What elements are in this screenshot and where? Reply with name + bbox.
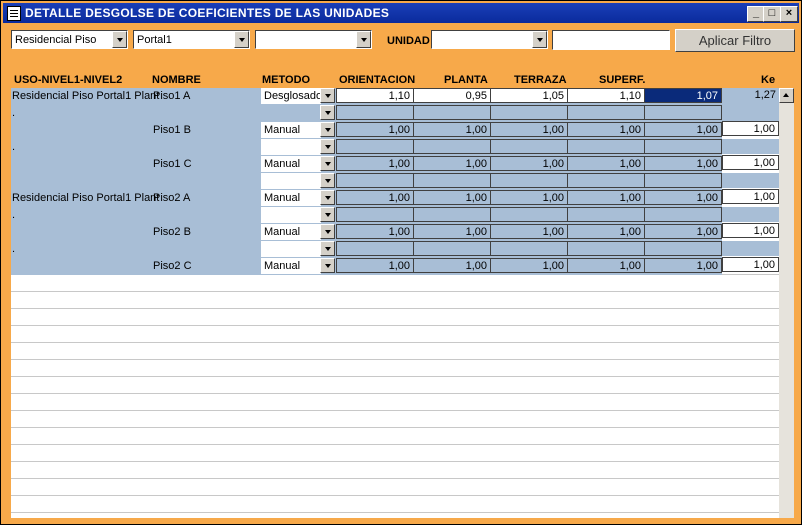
cell-ke[interactable]: 1,27 [722, 88, 779, 103]
cell-planta[interactable]: 1,00 [413, 258, 491, 273]
cell-extra[interactable]: 1,00 [644, 258, 722, 273]
chevron-down-icon[interactable] [320, 88, 335, 103]
row-uso[interactable]: . [12, 141, 15, 153]
cell-terraza[interactable]: 1,00 [490, 190, 568, 205]
coefficients-grid[interactable]: Residencial Piso Portal1 Plant Piso1 A D… [11, 88, 779, 518]
chevron-down-icon[interactable] [320, 241, 335, 256]
cell-extra-selected[interactable]: 1,07 [644, 88, 722, 103]
cell-orientacion[interactable]: 1,00 [336, 258, 414, 273]
cell-terraza[interactable]: 1,00 [490, 122, 568, 137]
chevron-down-icon[interactable] [320, 258, 335, 273]
chevron-down-icon[interactable] [320, 105, 335, 120]
row-metodo[interactable]: Manual [261, 258, 321, 274]
window-title: DETALLE DESGOLSE DE COEFICIENTES DE LAS … [25, 6, 390, 20]
header-metodo: METODO [262, 74, 311, 86]
row-metodo-empty[interactable] [261, 207, 321, 223]
cell-planta[interactable]: 1,00 [413, 224, 491, 239]
cell-orientacion[interactable]: 1,00 [336, 190, 414, 205]
nivel1-filter-select[interactable]: Portal1 [133, 30, 250, 49]
cell-ke[interactable]: 1,00 [722, 257, 779, 272]
row-nombre[interactable]: Piso1 C [153, 158, 192, 170]
chevron-down-icon[interactable] [356, 31, 371, 48]
maximize-button[interactable]: □ [763, 6, 781, 22]
header-uso: USO-NIVEL1-NIVEL2 [14, 74, 123, 86]
cell-ke[interactable]: 1,00 [722, 223, 779, 238]
chevron-down-icon[interactable] [320, 122, 335, 137]
chevron-down-icon[interactable] [320, 190, 335, 205]
app-window: DETALLE DESGOLSE DE COEFICIENTES DE LAS … [0, 0, 802, 525]
uso-filter-select[interactable]: Residencial Piso [11, 30, 128, 49]
unidad-label: UNIDAD [387, 35, 430, 47]
row-metodo[interactable]: Desglosado [261, 88, 321, 104]
cell-ke[interactable]: 1,00 [722, 189, 779, 204]
row-metodo[interactable]: Manual [261, 156, 321, 172]
chevron-down-icon[interactable] [112, 31, 127, 48]
uso-filter-value: Residencial Piso [15, 34, 97, 46]
chevron-down-icon[interactable] [320, 207, 335, 222]
row-metodo[interactable]: Manual [261, 190, 321, 206]
cell-extra[interactable]: 1,00 [644, 122, 722, 137]
chevron-down-icon[interactable] [320, 224, 335, 239]
apply-filter-button[interactable]: Aplicar Filtro [675, 29, 795, 52]
vertical-scrollbar[interactable] [779, 88, 794, 518]
cell-superf[interactable]: 1,00 [567, 224, 645, 239]
cell-terraza[interactable]: 1,00 [490, 156, 568, 171]
cell-terraza[interactable]: 1,05 [490, 88, 568, 103]
cell-superf[interactable]: 1,00 [567, 156, 645, 171]
row-uso[interactable]: Residencial Piso Portal1 Plant [12, 192, 159, 204]
nivel1-filter-value: Portal1 [137, 34, 172, 46]
header-ke: Ke [761, 74, 776, 86]
scroll-up-icon[interactable] [779, 88, 794, 103]
cell-terraza[interactable]: 1,00 [490, 224, 568, 239]
header-superf: SUPERF. [599, 74, 646, 86]
row-nombre[interactable]: Piso1 A [153, 90, 190, 102]
row-uso[interactable]: . [12, 209, 15, 221]
header-planta: PLANTA [444, 74, 488, 86]
unidad-filter-select[interactable] [431, 30, 548, 49]
chevron-down-icon[interactable] [320, 173, 335, 188]
cell-terraza[interactable]: 1,00 [490, 258, 568, 273]
cell-orientacion[interactable]: 1,00 [336, 156, 414, 171]
row-nombre[interactable]: Piso2 C [153, 260, 192, 272]
row-nombre[interactable]: Piso2 B [153, 226, 191, 238]
header-nombre: NOMBRE [152, 74, 201, 86]
chevron-down-icon[interactable] [320, 139, 335, 154]
cell-superf[interactable]: 1,00 [567, 190, 645, 205]
cell-ke[interactable]: 1,00 [722, 155, 779, 170]
chevron-down-icon[interactable] [532, 31, 547, 48]
cell-superf[interactable]: 1,00 [567, 122, 645, 137]
cell-orientacion[interactable]: 1,00 [336, 122, 414, 137]
row-metodo[interactable]: Manual [261, 224, 321, 240]
row-nombre[interactable]: Piso2 A [153, 192, 190, 204]
cell-orientacion[interactable]: 1,00 [336, 224, 414, 239]
row-metodo-empty[interactable] [261, 139, 321, 155]
title-bar[interactable]: DETALLE DESGOLSE DE COEFICIENTES DE LAS … [3, 3, 799, 23]
row-metodo[interactable]: Manual [261, 122, 321, 138]
cell-planta[interactable]: 0,95 [413, 88, 491, 103]
cell-ke[interactable]: 1,00 [722, 121, 779, 136]
cell-planta[interactable]: 1,00 [413, 122, 491, 137]
cell-orientacion[interactable]: 1,10 [336, 88, 414, 103]
chevron-down-icon[interactable] [234, 31, 249, 48]
cell-superf[interactable]: 1,00 [567, 258, 645, 273]
header-terraza: TERRAZA [514, 74, 567, 86]
chevron-down-icon[interactable] [320, 156, 335, 171]
row-nombre[interactable]: Piso1 B [153, 124, 191, 136]
close-button[interactable]: × [780, 6, 798, 22]
cell-planta[interactable]: 1,00 [413, 190, 491, 205]
row-metodo-empty[interactable] [261, 173, 321, 189]
row-uso[interactable]: . [12, 243, 15, 255]
cell-superf[interactable]: 1,10 [567, 88, 645, 103]
app-icon[interactable] [7, 6, 21, 21]
row-metodo-empty[interactable] [261, 241, 321, 257]
filter-text-input[interactable] [552, 30, 670, 50]
cell-extra[interactable]: 1,00 [644, 156, 722, 171]
cell-planta[interactable]: 1,00 [413, 156, 491, 171]
row-uso[interactable]: Residencial Piso Portal1 Plant [12, 90, 159, 102]
cell-extra[interactable]: 1,00 [644, 190, 722, 205]
nivel2-filter-select[interactable] [255, 30, 372, 49]
header-orientacion: ORIENTACION [339, 74, 416, 86]
cell-extra[interactable]: 1,00 [644, 224, 722, 239]
row-uso[interactable]: . [12, 107, 15, 119]
